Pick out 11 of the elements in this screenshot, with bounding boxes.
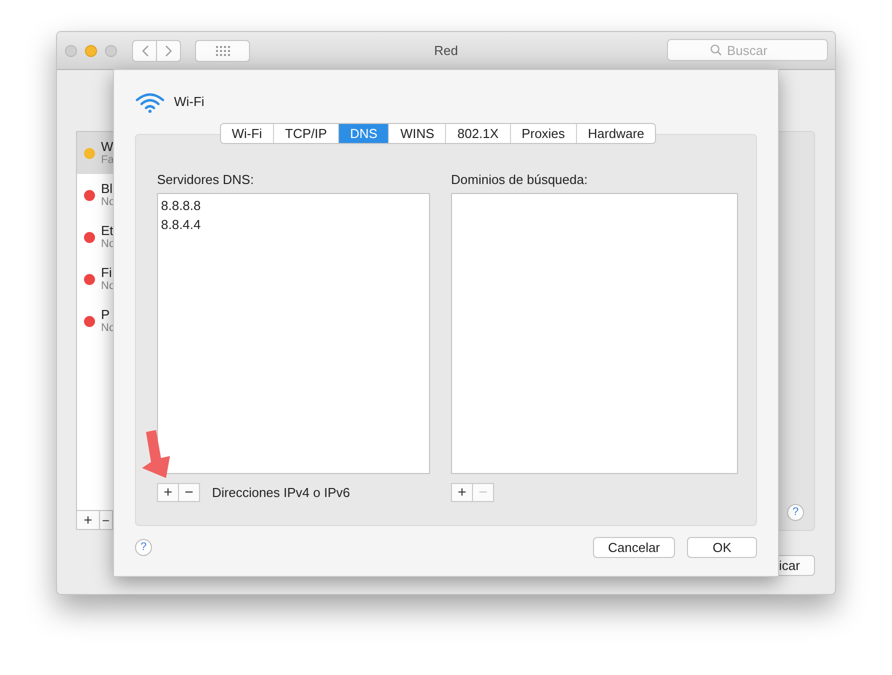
service-name: Fi — [101, 265, 113, 280]
service-name: Bl — [101, 181, 114, 196]
hint-text: Direcciones IPv4 o IPv6 — [212, 484, 350, 502]
service-name: P — [101, 307, 111, 322]
service-title: Wi-Fi — [174, 93, 204, 112]
service-name: W — [101, 139, 114, 154]
service-status: Fa — [101, 154, 114, 167]
list-label: Servidores DNS: — [157, 173, 255, 187]
service-name: Et — [101, 223, 114, 238]
list-label: Dominios de búsqueda: — [451, 173, 589, 187]
window-title: Red — [434, 42, 458, 60]
